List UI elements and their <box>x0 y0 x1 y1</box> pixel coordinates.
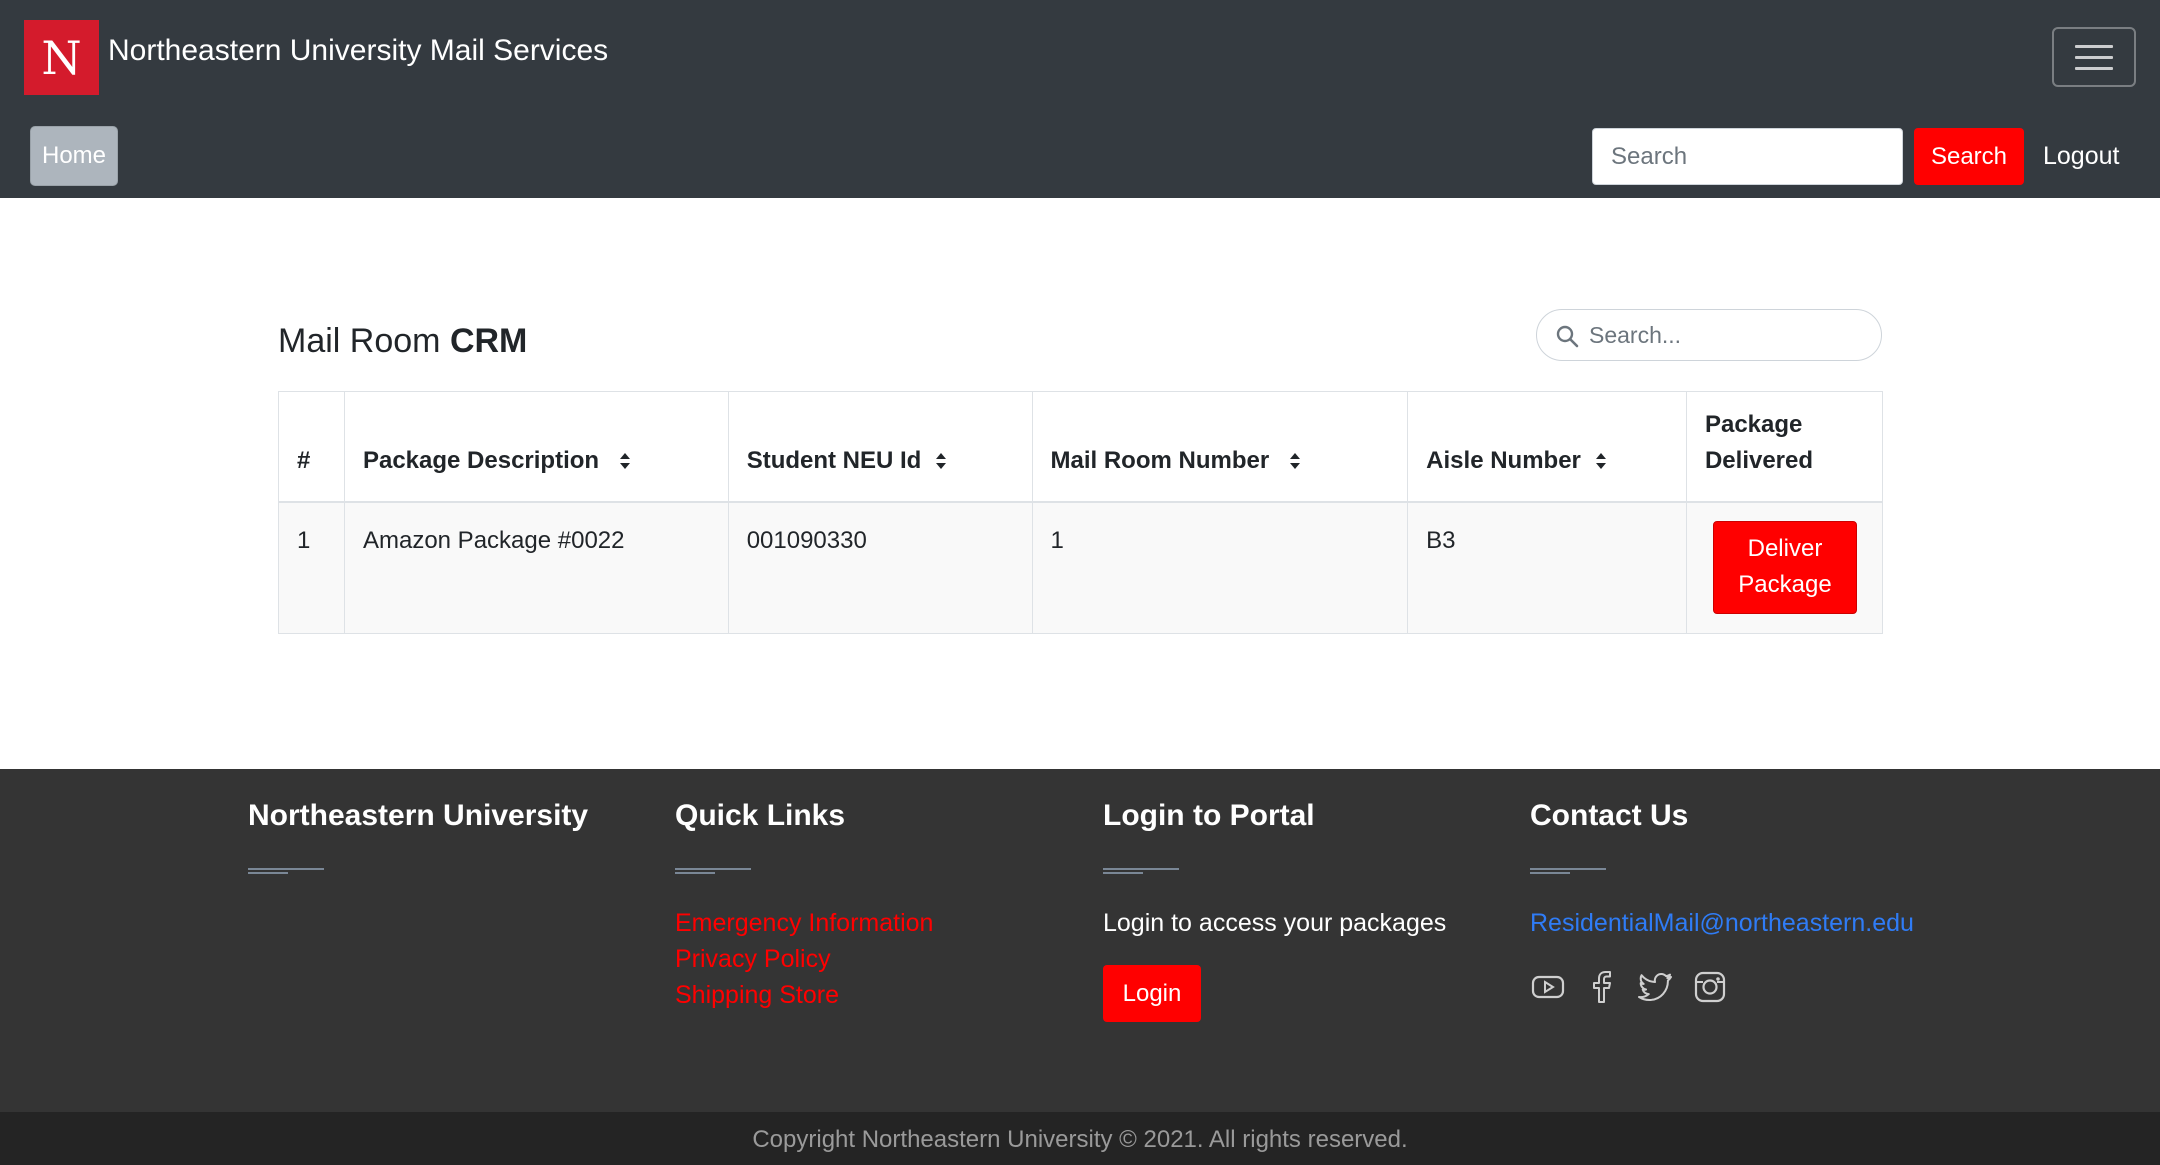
heading-divider <box>1530 868 1606 874</box>
search-icon <box>1556 325 1579 348</box>
table-search-input[interactable] <box>1589 316 1869 354</box>
youtube-icon[interactable] <box>1530 969 1566 1005</box>
nav-search-input[interactable] <box>1592 128 1903 185</box>
heading-divider <box>248 868 324 874</box>
sort-icon[interactable] <box>1594 451 1608 471</box>
copyright-bar: Copyright Northeastern University © 2021… <box>0 1112 2160 1165</box>
menu-toggle-button[interactable] <box>2052 27 2136 87</box>
header-delivered: Package Delivered <box>1685 391 1884 502</box>
footer-heading-university: Northeastern University <box>248 799 589 832</box>
link-shipping-store[interactable]: Shipping Store <box>675 981 839 1010</box>
table-row: 1 Amazon Package #0022 001090330 1 B3 De… <box>278 501 1884 634</box>
cell-mail-room: 1 <box>1031 501 1409 634</box>
header-delivered-line2: Delivered <box>1704 446 1814 474</box>
instagram-icon[interactable] <box>1692 969 1728 1005</box>
login-button[interactable]: Login <box>1103 965 1201 1022</box>
hamburger-icon-line <box>2075 66 2113 70</box>
cell-index: 1 <box>278 501 345 634</box>
sort-icon[interactable] <box>1288 451 1302 471</box>
header-index-label: # <box>297 446 311 474</box>
heading-divider <box>675 868 751 874</box>
cell-student-id: 001090330 <box>727 501 1033 634</box>
nav-search-button[interactable]: Search <box>1914 128 2024 185</box>
footer-heading-quick-links: Quick Links <box>675 799 846 832</box>
table-search-box[interactable] <box>1536 309 1882 361</box>
header-student-id-label: Student NEU Id <box>746 446 922 474</box>
page-title: Mail Room CRM <box>278 322 527 361</box>
header-mail-room[interactable]: Mail Room Number <box>1031 391 1409 502</box>
header-index: # <box>278 391 345 502</box>
footer: Northeastern University Quick Links Emer… <box>0 769 2160 1112</box>
header-description[interactable]: Package Description <box>343 391 729 502</box>
cell-aisle: B3 <box>1407 501 1687 634</box>
login-description: Login to access your packages <box>1103 909 1447 937</box>
header-description-label: Package Description <box>362 446 600 474</box>
social-icons <box>1530 969 1728 1005</box>
facebook-icon[interactable] <box>1584 969 1620 1005</box>
cell-description: Amazon Package #0022 <box>343 501 729 634</box>
deliver-button-line1: Deliver <box>1747 535 1823 562</box>
page-title-prefix: Mail Room <box>278 322 450 360</box>
link-privacy-policy[interactable]: Privacy Policy <box>675 945 831 974</box>
footer-heading-contact: Contact Us <box>1530 799 1689 832</box>
link-emergency-information[interactable]: Emergency Information <box>675 909 933 938</box>
deliver-button-line2: Package <box>1738 571 1832 598</box>
page-title-bold: CRM <box>449 322 528 360</box>
navbar: N Northeastern University Mail Services … <box>0 0 2160 198</box>
sort-icon[interactable] <box>934 451 948 471</box>
logout-link[interactable]: Logout <box>2043 142 2119 171</box>
site-title[interactable]: Northeastern University Mail Services <box>108 34 608 68</box>
logo-letter: N <box>41 30 82 85</box>
copyright-text: Copyright Northeastern University © 2021… <box>752 1126 1408 1153</box>
heading-divider <box>1103 868 1179 874</box>
header-mail-room-label: Mail Room Number <box>1050 446 1270 474</box>
header-aisle[interactable]: Aisle Number <box>1407 391 1687 502</box>
cell-action: Deliver Package <box>1685 501 1884 634</box>
hamburger-icon-line <box>2075 44 2113 48</box>
contact-email-link[interactable]: ResidentialMail@northeastern.edu <box>1530 909 1914 938</box>
deliver-package-button[interactable]: Deliver Package <box>1712 520 1857 614</box>
home-button[interactable]: Home <box>30 126 118 186</box>
table-header-row: # Package Description Student NEU Id Mai… <box>278 391 1884 502</box>
twitter-icon[interactable] <box>1638 969 1674 1005</box>
header-student-id[interactable]: Student NEU Id <box>727 391 1033 502</box>
sort-icon[interactable] <box>618 451 632 471</box>
header-delivered-line1: Package <box>1704 410 1803 438</box>
packages-table: # Package Description Student NEU Id Mai… <box>278 391 1884 634</box>
footer-heading-login: Login to Portal <box>1103 799 1315 832</box>
header-aisle-label: Aisle Number <box>1426 446 1581 474</box>
northeastern-logo[interactable]: N <box>24 20 99 95</box>
hamburger-icon-line <box>2075 55 2113 59</box>
